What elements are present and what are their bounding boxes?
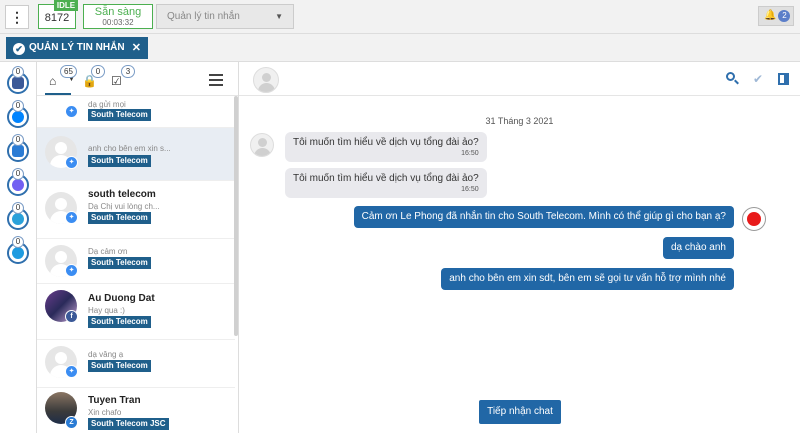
check-icon[interactable]: ✔ (751, 72, 765, 86)
channel-count-messenger: 0 (12, 100, 24, 112)
caret-down-icon: ▼ (275, 12, 283, 21)
conversation-name: Tuyen Tran (88, 395, 141, 406)
conversation-name: Au Duong Dat (88, 293, 155, 304)
status-label: Sẵn sàng (94, 6, 142, 18)
messenger-icon: ✦ (65, 211, 78, 224)
conversation-name: south telecom (88, 189, 156, 200)
top-bar: ⋮ 8172 IDLE Sẵn sàng 00:03:32 Quản lý ti… (0, 0, 800, 34)
conversation-tag: South Telecom (88, 360, 151, 372)
list-item[interactable]: ✦ dạ gửi mọi South Telecom (37, 96, 235, 128)
done-count: 3 (121, 65, 135, 78)
conversation-tag: South Telecom (88, 212, 151, 224)
avatar (250, 133, 274, 157)
chat-header: ✔ (239, 62, 800, 96)
notification-button[interactable]: 🔔 2 (758, 6, 794, 26)
inbox-count: 65 (60, 65, 77, 78)
conversation-tag: South Telecom (88, 155, 151, 167)
message-time: 16:50 (461, 150, 479, 157)
sliders-icon[interactable] (209, 74, 223, 86)
channel-count-viber: 0 (12, 168, 24, 180)
message-time: 16:50 (461, 186, 479, 193)
list-header: ⌂ ▼ 65 🔒 0 ☑ 3 (37, 62, 238, 96)
incoming-message: Tôi muốn tìm hiểu về dịch vụ tổng đài ảo… (285, 168, 487, 198)
conversation-preview: Xin chafo (88, 408, 122, 417)
conversation-tag: South Telecom (88, 109, 151, 121)
incoming-message: Tôi muốn tìm hiểu về dịch vụ tổng đài ảo… (285, 132, 487, 162)
chat-panel: ✔ 31 Tháng 3 2021 Tôi muốn tìm hiểu về d… (239, 62, 800, 433)
channel-rail: 0 0 0 0 0 0 (0, 62, 37, 433)
list-item[interactable]: ✦ dạ vâng ạ South Telecom (37, 340, 235, 388)
outgoing-message: anh cho bên em xin sdt, bên em sẽ gọi tư… (441, 268, 734, 290)
facebook-icon: f (65, 310, 78, 323)
more-menu-button[interactable]: ⋮ (5, 5, 29, 29)
conversation-preview: Hay qua :) (88, 306, 125, 315)
close-tab-icon[interactable]: ✕ (132, 37, 141, 59)
messenger-icon: ✦ (65, 156, 78, 169)
locked-count: 0 (91, 65, 105, 78)
vertical-ellipsis-icon: ⋮ (10, 9, 24, 25)
message-text: Tôi muốn tìm hiểu về dịch vụ tổng đài ảo… (293, 173, 479, 184)
accept-chat-button[interactable]: Tiếp nhận chat (479, 400, 561, 424)
list-item[interactable]: ✦ south telecom Dạ Chị vui lòng ch... So… (37, 181, 235, 239)
outgoing-message: dạ chào anh (662, 237, 734, 259)
message-text: Tôi muốn tìm hiểu về dịch vụ tổng đài ảo… (293, 137, 479, 148)
conversation-tag: South Telecom (88, 316, 151, 328)
channel-count-facebook: 0 (12, 66, 24, 78)
channel-count-zalo: 0 (12, 134, 24, 146)
module-select-value: Quản lý tin nhắn (167, 11, 240, 22)
idle-badge: IDLE (54, 0, 78, 11)
extension-number: 8172 (44, 12, 70, 24)
conversation-preview: anh cho bên em xin s... (88, 144, 171, 153)
zalo-icon: Z (65, 416, 78, 429)
conversation-list: ⌂ ▼ 65 🔒 0 ☑ 3 ✦ dạ gửi mọi South Teleco… (37, 62, 239, 433)
messenger-icon: ✦ (65, 264, 78, 277)
conversation-tag: South Telecom (88, 257, 151, 269)
module-select[interactable]: Quản lý tin nhắn ▼ (156, 4, 294, 29)
notification-count: 2 (778, 10, 791, 22)
messenger-icon: ✦ (65, 365, 78, 378)
agent-status-button[interactable]: Sẵn sàng 00:03:32 (83, 4, 153, 29)
active-filter-indicator (45, 93, 71, 95)
list-item[interactable]: ✦ anh cho bên em xin s... South Telecom (37, 128, 235, 181)
record-dot-icon (747, 212, 761, 226)
chat-date: 31 Tháng 3 2021 (485, 116, 554, 126)
tab-label: QUẢN LÝ TIN NHẮN (29, 42, 125, 53)
channel-count-telegram: 0 (12, 202, 24, 214)
side-panel-icon[interactable] (778, 73, 789, 85)
search-icon[interactable] (725, 72, 739, 86)
conversation-tag: South Telecom JSC (88, 418, 169, 430)
tab-row: ✔ QUẢN LÝ TIN NHẮN ✕ (0, 34, 800, 62)
conversation-preview: dạ gửi mọi (88, 100, 126, 109)
conversation-preview: dạ vâng ạ (88, 350, 124, 359)
list-item[interactable]: ✦ Dạ cảm ơn South Telecom (37, 239, 235, 284)
avatar (253, 67, 279, 93)
list-item[interactable]: f Au Duong Dat Hay qua :) South Telecom (37, 284, 235, 340)
conversation-preview: Dạ cảm ơn (88, 247, 128, 256)
channel-count-chat: 0 (12, 236, 24, 248)
conversation-preview: Dạ Chị vui lòng ch... (88, 202, 160, 211)
status-timer: 00:03:32 (102, 18, 134, 27)
list-scrollbar[interactable] (234, 96, 238, 336)
messenger-icon: ✦ (65, 105, 78, 118)
bell-icon: 🔔 (764, 10, 777, 21)
record-button[interactable] (742, 207, 766, 231)
tab-message-management[interactable]: ✔ QUẢN LÝ TIN NHẮN ✕ (6, 37, 148, 59)
check-circle-icon: ✔ (13, 43, 25, 55)
list-item[interactable]: Z Tuyen Tran Xin chafo South Telecom JSC (37, 388, 235, 433)
outgoing-message: Cảm ơn Le Phong đã nhắn tin cho South Te… (353, 206, 734, 228)
